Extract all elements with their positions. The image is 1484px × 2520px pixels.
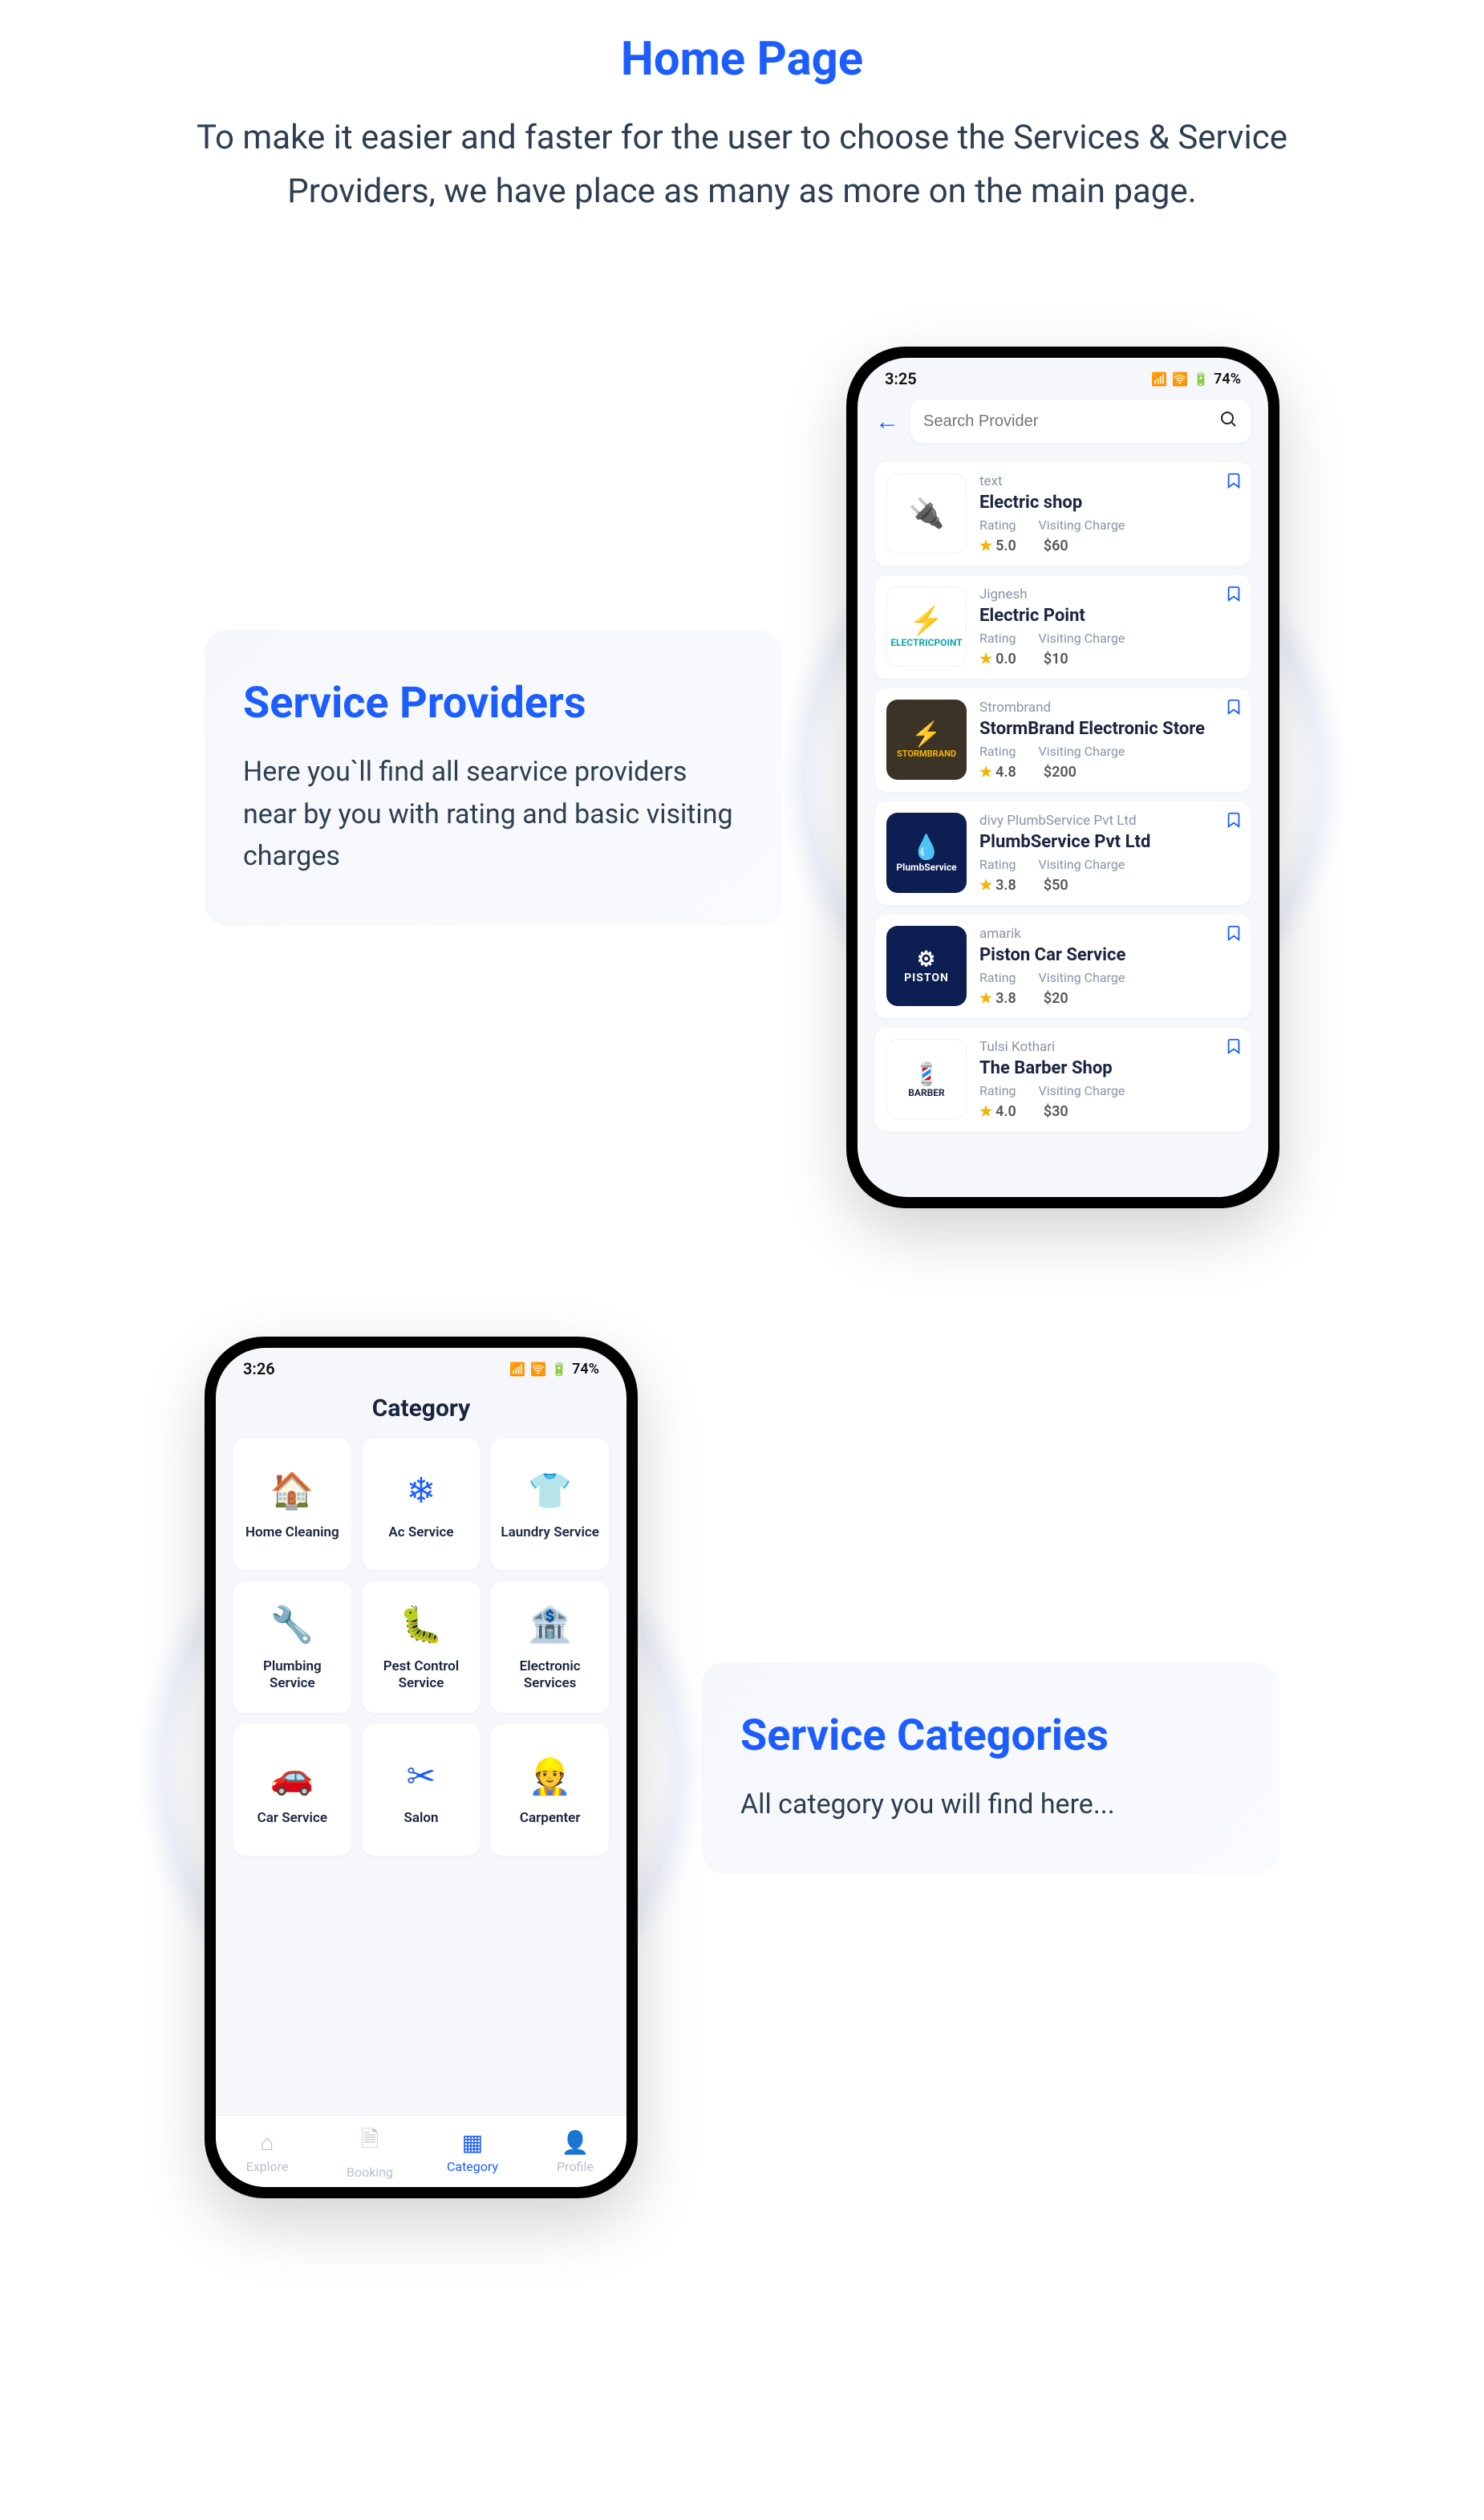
hero-title: Home Page xyxy=(180,32,1304,87)
wifi-icon: 🛜 xyxy=(1172,371,1188,387)
bookmark-icon[interactable] xyxy=(1225,923,1243,948)
car-icon: 🚗 xyxy=(270,1754,314,1799)
phone-screen-categories: 3:26 📶 🛜 🔋 74% Category 🏠Home Cleaning ❄… xyxy=(216,1348,626,2187)
status-bar: 3:26 📶 🛜 🔋 74% xyxy=(216,1348,626,1382)
info-card-categories: Service Categories All category you will… xyxy=(702,1662,1279,1874)
provider-card[interactable]: 💈BARBER Tulsi Kothari The Barber Shop Ra… xyxy=(875,1028,1251,1131)
electronic-icon: 🏦 xyxy=(528,1602,573,1647)
provider-shop: The Barber Shop xyxy=(979,1058,1239,1078)
status-bar: 3:25 📶 🛜 🔋 74% xyxy=(858,358,1268,392)
phone-frame: 3:25 📶 🛜 🔋 74% ← xyxy=(846,347,1279,1208)
nav-booking[interactable]: 🗎Booking xyxy=(318,2116,421,2187)
provider-owner: Jignesh xyxy=(979,586,1239,603)
info-card-providers: Service Providers Here you`ll find all s… xyxy=(205,630,782,926)
category-item-laundry[interactable]: 👕Laundry Service xyxy=(491,1439,609,1570)
category-item-home-cleaning[interactable]: 🏠Home Cleaning xyxy=(233,1439,351,1570)
provider-logo: ⚡ELECTRICPOINT xyxy=(886,586,967,667)
provider-logo: ⚡STORMBRAND xyxy=(886,700,967,780)
provider-shop: Electric Point xyxy=(979,606,1239,626)
bookmark-icon[interactable] xyxy=(1225,470,1243,495)
network-icon: 📶 xyxy=(509,1361,525,1377)
search-input[interactable] xyxy=(923,412,1218,431)
provider-card[interactable]: 💧PlumbService divy PlumbService Pvt Ltd … xyxy=(875,801,1251,905)
provider-owner: Strombrand xyxy=(979,700,1239,716)
info-title: Service Providers xyxy=(243,678,744,728)
category-item-car-service[interactable]: 🚗Car Service xyxy=(233,1724,351,1856)
provider-logo: ⚙PISTON xyxy=(886,926,967,1006)
bookmark-icon[interactable] xyxy=(1225,810,1243,834)
phone-frame: 3:26 📶 🛜 🔋 74% Category 🏠Home Cleaning ❄… xyxy=(205,1337,638,2198)
provider-list: 🔌 text Electric shop RatingVisiting Char… xyxy=(858,454,1268,1131)
provider-owner: amarik xyxy=(979,926,1239,942)
category-item-salon[interactable]: ✂Salon xyxy=(363,1724,480,1856)
provider-shop: PlumbService Pvt Ltd xyxy=(979,832,1239,852)
home-icon: 🏠 xyxy=(270,1468,314,1513)
provider-card[interactable]: ⚡ELECTRICPOINT Jignesh Electric Point Ra… xyxy=(875,575,1251,679)
info-desc: All category you will find here... xyxy=(740,1783,1241,1826)
plumbing-icon: 🔧 xyxy=(270,1602,314,1647)
provider-card[interactable]: ⚡STORMBRAND Strombrand StormBrand Electr… xyxy=(875,688,1251,792)
category-header: Category xyxy=(216,1382,626,1439)
network-icon: 📶 xyxy=(1151,371,1167,387)
category-item-ac-service[interactable]: ❄Ac Service xyxy=(363,1439,480,1570)
search-row: ← xyxy=(858,392,1268,454)
provider-logo: 🔌 xyxy=(886,473,967,554)
ac-icon: ❄ xyxy=(399,1468,444,1513)
provider-owner: Tulsi Kothari xyxy=(979,1039,1239,1055)
provider-shop: StormBrand Electronic Store xyxy=(979,719,1239,739)
section-categories: Service Categories All category you will… xyxy=(60,1337,1424,2198)
info-title: Service Categories xyxy=(740,1710,1241,1761)
bookmark-icon[interactable] xyxy=(1225,696,1243,721)
nav-category[interactable]: ▦Category xyxy=(421,2116,524,2187)
category-icon: ▦ xyxy=(462,2129,483,2156)
category-item-plumbing[interactable]: 🔧Plumbing Service xyxy=(233,1581,351,1713)
provider-shop: Piston Car Service xyxy=(979,945,1239,965)
category-grid: 🏠Home Cleaning ❄Ac Service 👕Laundry Serv… xyxy=(216,1439,626,1856)
provider-owner: text xyxy=(979,473,1239,489)
search-box[interactable] xyxy=(910,400,1251,443)
nav-explore[interactable]: ⌂Explore xyxy=(216,2116,318,2187)
star-icon: ★ xyxy=(979,990,992,1007)
star-icon: ★ xyxy=(979,538,992,554)
salon-icon: ✂ xyxy=(399,1754,444,1799)
profile-icon: 👤 xyxy=(562,2129,590,2156)
star-icon: ★ xyxy=(979,877,992,894)
battery-icon: 🔋 xyxy=(551,1361,567,1377)
pest-icon: 🐛 xyxy=(399,1602,444,1647)
back-icon[interactable]: ← xyxy=(875,408,899,436)
section-providers: Service Providers Here you`ll find all s… xyxy=(60,347,1424,1208)
status-time: 3:26 xyxy=(243,1359,275,1378)
star-icon: ★ xyxy=(979,651,992,668)
phone-screen-providers: 3:25 📶 🛜 🔋 74% ← xyxy=(858,358,1268,1197)
provider-owner: divy PlumbService Pvt Ltd xyxy=(979,813,1239,829)
star-icon: ★ xyxy=(979,764,992,781)
carpenter-icon: 👷 xyxy=(528,1754,573,1799)
bookmark-icon[interactable] xyxy=(1225,583,1243,608)
hero: Home Page To make it easier and faster f… xyxy=(180,32,1304,218)
booking-icon: 🗎 xyxy=(361,2123,379,2161)
battery-icon: 🔋 xyxy=(1193,371,1209,387)
nav-profile[interactable]: 👤Profile xyxy=(524,2116,626,2187)
category-item-carpenter[interactable]: 👷Carpenter xyxy=(491,1724,609,1856)
bookmark-icon[interactable] xyxy=(1225,1036,1243,1061)
provider-logo: 💧PlumbService xyxy=(886,813,967,893)
explore-icon: ⌂ xyxy=(261,2129,274,2156)
battery-text: 74% xyxy=(1214,371,1241,388)
provider-card[interactable]: 🔌 text Electric shop RatingVisiting Char… xyxy=(875,462,1251,566)
status-time: 3:25 xyxy=(885,369,917,388)
provider-card[interactable]: ⚙PISTON amarik Piston Car Service Rating… xyxy=(875,915,1251,1018)
star-icon: ★ xyxy=(979,1103,992,1120)
bottom-nav: ⌂Explore 🗎Booking ▦Category 👤Profile xyxy=(216,2115,626,2187)
category-item-electronic[interactable]: 🏦Electronic Services xyxy=(491,1581,609,1713)
battery-text: 74% xyxy=(572,1361,599,1378)
laundry-icon: 👕 xyxy=(528,1468,573,1513)
provider-logo: 💈BARBER xyxy=(886,1039,967,1119)
hero-subtitle: To make it easier and faster for the use… xyxy=(180,111,1304,218)
category-item-pest-control[interactable]: 🐛Pest Control Service xyxy=(363,1581,480,1713)
info-desc: Here you`ll find all searvice providers … xyxy=(243,751,744,878)
search-icon[interactable] xyxy=(1218,409,1238,434)
wifi-icon: 🛜 xyxy=(530,1361,546,1377)
provider-shop: Electric shop xyxy=(979,493,1239,513)
